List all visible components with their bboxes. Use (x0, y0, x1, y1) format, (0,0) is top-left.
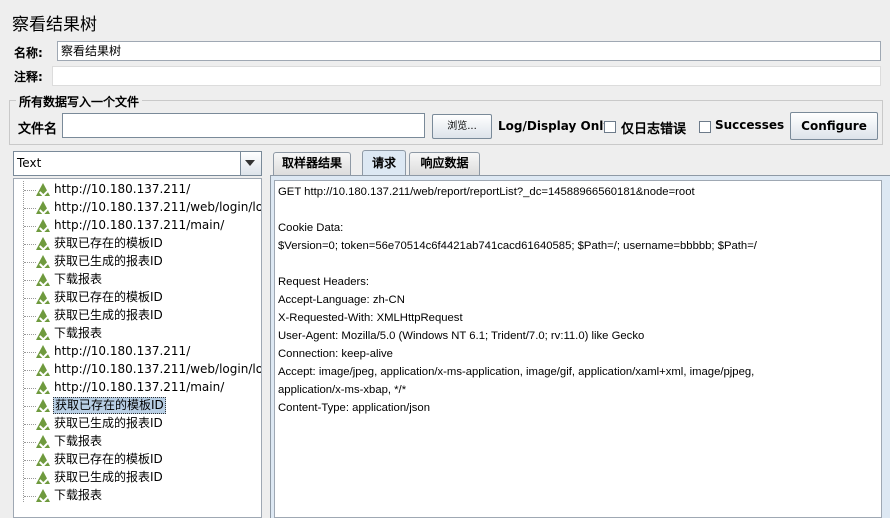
tree-item[interactable]: http://10.180.137.211/main/ (14, 217, 261, 235)
tree-connector (24, 352, 36, 353)
tree-item-label: 获取已存在的模板ID (54, 290, 163, 304)
tree-item[interactable]: http://10.180.137.211/ (14, 343, 261, 361)
tree-item-label: 下载报表 (54, 326, 103, 340)
tree-item-label: 获取已生成的报表ID (54, 470, 163, 484)
tree-item[interactable]: 获取已存在的模板ID (14, 235, 261, 253)
result-tabs: 取样器结果 请求 响应数据 (270, 150, 890, 176)
request-text-line: X-Requested-With: XMLHttpRequest (278, 312, 463, 324)
tree-item-label: http://10.180.137.211/main/ (54, 218, 225, 232)
panel-title: 察看结果树 (12, 15, 97, 35)
tree-item-label: http://10.180.137.211/web/login/login (54, 200, 262, 214)
tree-connector (24, 316, 36, 317)
tree-connector (24, 190, 36, 191)
request-text-line: Content-Type: application/json (278, 402, 430, 414)
comment-label: 注释: (14, 70, 43, 84)
tab-response-data[interactable]: 响应数据 (409, 152, 480, 175)
filename-label: 文件名 (18, 122, 58, 137)
tree-guide-line (23, 181, 24, 502)
tree-connector (24, 370, 36, 371)
tree-item[interactable]: http://10.180.137.211/web/login/login (14, 199, 262, 217)
tree-connector (24, 244, 36, 245)
file-group-title: 所有数据写入一个文件 (16, 93, 143, 110)
tree-connector (24, 496, 36, 497)
request-text-line: Connection: keep-alive (278, 348, 393, 360)
tree-item-label: 获取已存在的模板ID (54, 452, 163, 466)
sample-tree[interactable]: http://10.180.137.211/http://10.180.137.… (13, 178, 262, 518)
tree-item[interactable]: 下载报表 (14, 487, 261, 505)
log-display-only-label: Log/Display Only: (498, 119, 616, 133)
tree-item-label: 下载报表 (54, 434, 103, 448)
browse-button[interactable]: 浏览... (432, 114, 492, 139)
tree-item[interactable]: 下载报表 (14, 433, 261, 451)
tree-item[interactable]: 获取已存在的模板ID (14, 451, 261, 469)
tree-item[interactable]: 下载报表 (14, 271, 261, 289)
request-text-area[interactable]: GET http://10.180.137.211/web/report/rep… (274, 180, 882, 518)
renderer-selected-value: Text (17, 156, 42, 170)
tree-item[interactable]: 获取已生成的报表ID (14, 253, 261, 271)
errors-only-label[interactable]: 仅日志错误 (621, 118, 686, 137)
successes-checkbox[interactable] (699, 121, 711, 133)
tree-connector (24, 442, 36, 443)
tree-connector (24, 262, 36, 263)
request-text-line: Accept-Language: zh-CN (278, 294, 405, 306)
tree-item-label: 获取已生成的报表ID (54, 254, 163, 268)
tree-item[interactable]: 获取已存在的模板ID (14, 397, 261, 415)
tree-item[interactable]: http://10.180.137.211/web/login/login (14, 361, 262, 379)
tree-connector (24, 226, 36, 227)
configure-button[interactable]: Configure (790, 112, 878, 140)
errors-only-checkbox[interactable] (604, 121, 616, 133)
request-text-line: Request Headers: (278, 276, 370, 288)
request-text-line: GET http://10.180.137.211/web/report/rep… (278, 186, 695, 198)
tree-connector (24, 478, 36, 479)
tree-item-label: http://10.180.137.211/main/ (54, 380, 225, 394)
tree-item-label: 获取已生成的报表ID (54, 308, 163, 322)
tree-connector (24, 298, 36, 299)
request-text-line: application/x-ms-xbap, */* (278, 384, 407, 396)
tree-item-label: 获取已生成的报表ID (54, 416, 163, 430)
tree-connector (24, 208, 36, 209)
tree-connector (24, 388, 36, 389)
renderer-select[interactable] (13, 151, 262, 176)
request-text-line: User-Agent: Mozilla/5.0 (Windows NT 6.1;… (278, 330, 645, 342)
successes-label[interactable]: Successes (715, 118, 784, 132)
tree-item[interactable]: 获取已存在的模板ID (14, 289, 261, 307)
tree-item-label: http://10.180.137.211/ (54, 182, 191, 196)
tree-item-label: 下载报表 (54, 272, 103, 286)
tree-connector (24, 280, 36, 281)
tree-connector (24, 460, 36, 461)
tree-item-label: http://10.180.137.211/web/login/login (54, 362, 262, 376)
tree-item-label: 获取已存在的模板ID (54, 236, 163, 250)
tree-item-label: 获取已存在的模板ID (53, 397, 166, 414)
tab-request[interactable]: 请求 (362, 150, 406, 176)
tree-item-label: 下载报表 (54, 488, 103, 502)
tree-item[interactable]: 获取已生成的报表ID (14, 415, 261, 433)
tree-item[interactable]: http://10.180.137.211/main/ (14, 379, 261, 397)
name-input[interactable]: 察看结果树 (57, 41, 881, 61)
tree-item[interactable]: 获取已生成的报表ID (14, 469, 261, 487)
tree-connector (24, 406, 36, 407)
tree-item[interactable]: 获取已生成的报表ID (14, 307, 261, 325)
request-text-line: Accept: image/jpeg, application/x-ms-app… (278, 366, 755, 378)
filename-input[interactable] (62, 113, 425, 138)
name-label: 名称: (14, 46, 43, 60)
tree-item[interactable]: http://10.180.137.211/ (14, 181, 261, 199)
chevron-down-icon (245, 160, 255, 166)
comment-input[interactable] (52, 66, 881, 86)
tab-sampler-result[interactable]: 取样器结果 (273, 152, 351, 175)
request-text-line: Cookie Data: (278, 222, 344, 234)
tree-item[interactable]: 下载报表 (14, 325, 261, 343)
tree-item-label: http://10.180.137.211/ (54, 344, 191, 358)
tree-connector (24, 334, 36, 335)
request-text-line: $Version=0; token=56e70514c6f4421ab741ca… (278, 240, 757, 252)
tree-connector (24, 424, 36, 425)
